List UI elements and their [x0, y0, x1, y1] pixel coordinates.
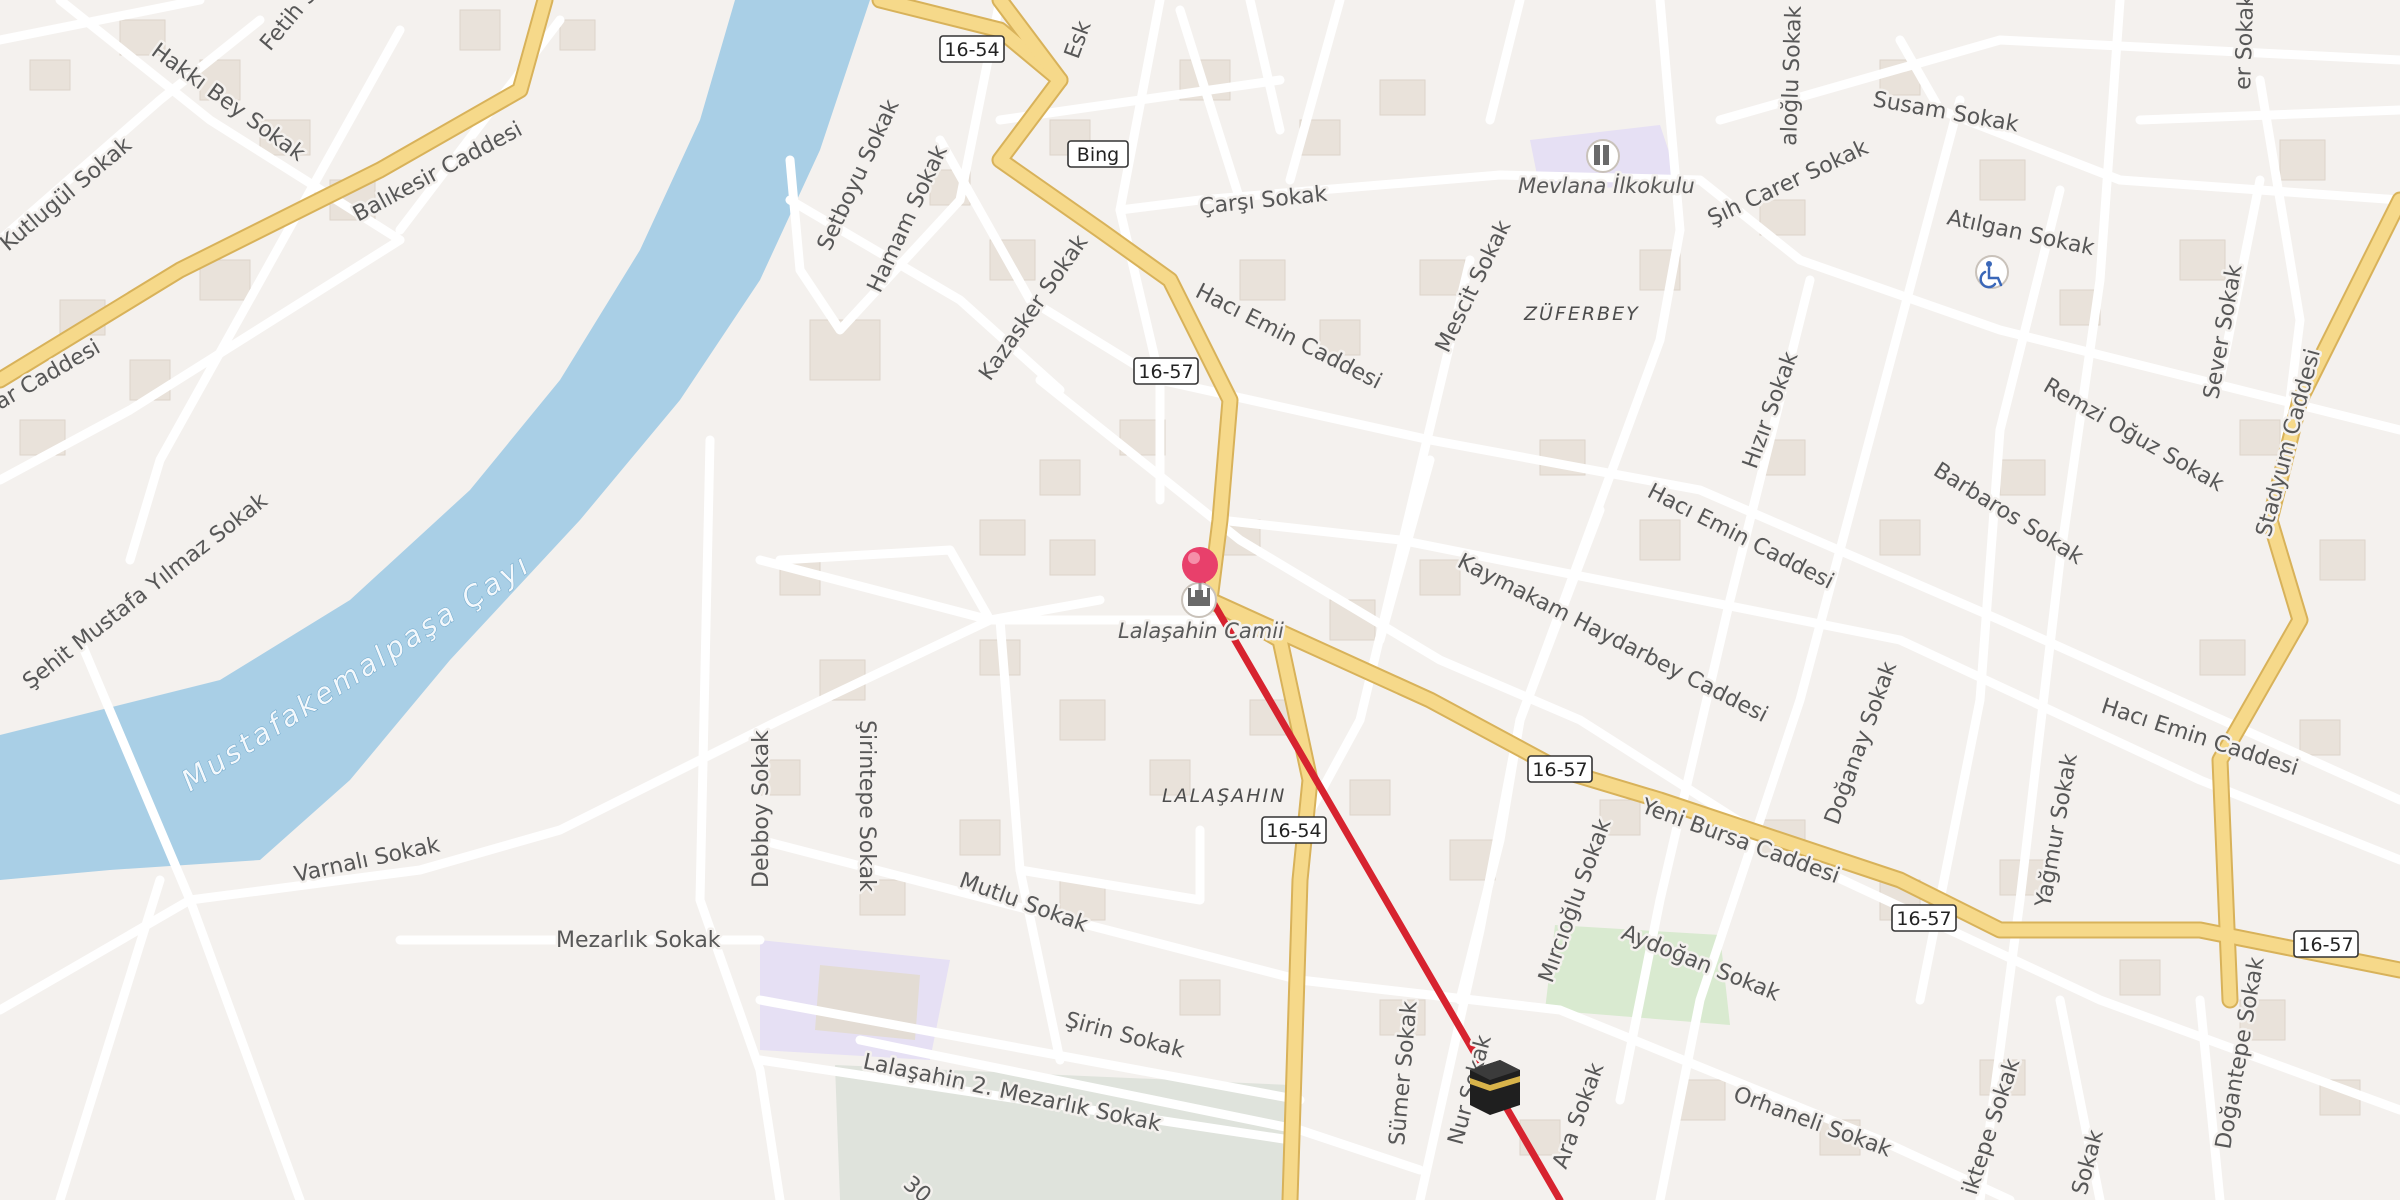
street-label: Mezarlık Sokak — [556, 928, 721, 953]
bing-label: Bing — [1067, 140, 1129, 168]
svg-text:16-54: 16-54 — [944, 39, 999, 61]
street-label: aloğlu Sokak — [1777, 5, 1807, 146]
svg-text:16-57: 16-57 — [2298, 934, 2353, 956]
map-canvas[interactable]: 16-54 16-57 16-57 16-54 16-57 16-57 Bing… — [0, 0, 2400, 1200]
disability-marker[interactable] — [1975, 255, 2009, 289]
route-shield: 16-57 — [2293, 930, 2359, 958]
svg-text:16-57: 16-57 — [1138, 361, 1193, 383]
district-label-lalasahin: LALAŞAHIN — [1162, 785, 1286, 807]
route-shield: 16-57 — [1527, 755, 1593, 783]
kaaba-marker[interactable] — [1470, 1060, 1520, 1115]
route-shield: 16-57 — [1133, 357, 1199, 385]
district-label-zuferbey: ZÜFERBEY — [1523, 302, 1640, 325]
poi-label-mosque: Lalaşahin Camii — [1118, 619, 1284, 643]
svg-text:16-57: 16-57 — [1896, 908, 1951, 930]
route-shield: 16-57 — [1891, 904, 1957, 932]
street-label: er Sokak — [2231, 0, 2259, 90]
route-shield: 16-54 — [1261, 816, 1327, 844]
kaaba-icon[interactable] — [1470, 1060, 1520, 1115]
route-shield: 16-54 — [939, 35, 1005, 63]
street-label: Debboy Sokak — [749, 730, 774, 888]
svg-text:16-57: 16-57 — [1532, 759, 1587, 781]
poi-label-school: Mevlana İlkokulu — [1518, 173, 1695, 198]
svg-text:Bing: Bing — [1077, 144, 1119, 166]
svg-text:16-54: 16-54 — [1266, 820, 1321, 842]
street-label: Şirintepe Sokak — [854, 720, 879, 892]
